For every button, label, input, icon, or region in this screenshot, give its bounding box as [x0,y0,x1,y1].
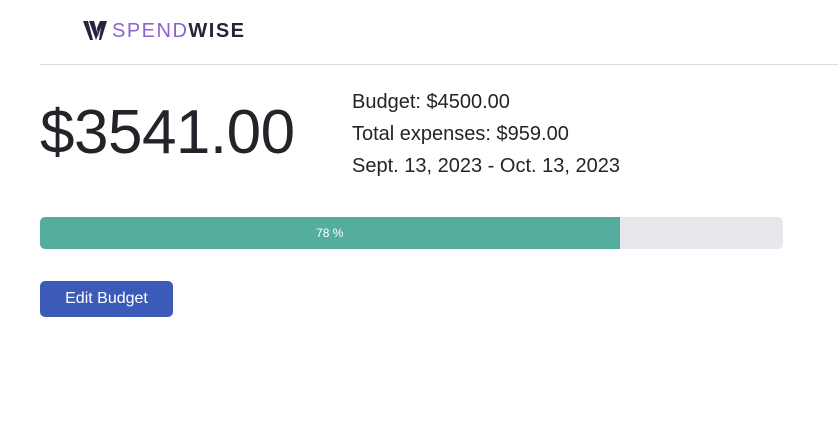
brand-name-spend: SPEND [112,20,189,42]
total-expenses: Total expenses: $959.00 [352,123,569,145]
progress-label: 78 % [316,226,344,240]
brand-name: SPENDWISE [112,18,246,44]
budget-details: Budget: $4500.00 Total expenses: $959.00… [352,86,620,182]
budget-period: Sept. 13, 2023 - Oct. 13, 2023 [352,155,620,177]
brand-logo[interactable]: SPENDWISE [82,18,246,44]
budget-total: Budget: $4500.00 [352,91,510,113]
edit-budget-button[interactable]: Edit Budget [40,281,173,317]
budget-progress-bar: 78 % [40,217,783,249]
progress-fill: 78 % [40,217,620,249]
brand-name-wise: WISE [188,20,246,42]
remaining-amount: $3541.00 [40,98,295,167]
w-logo-icon [83,21,107,40]
top-navbar: SPENDWISE [40,0,838,65]
